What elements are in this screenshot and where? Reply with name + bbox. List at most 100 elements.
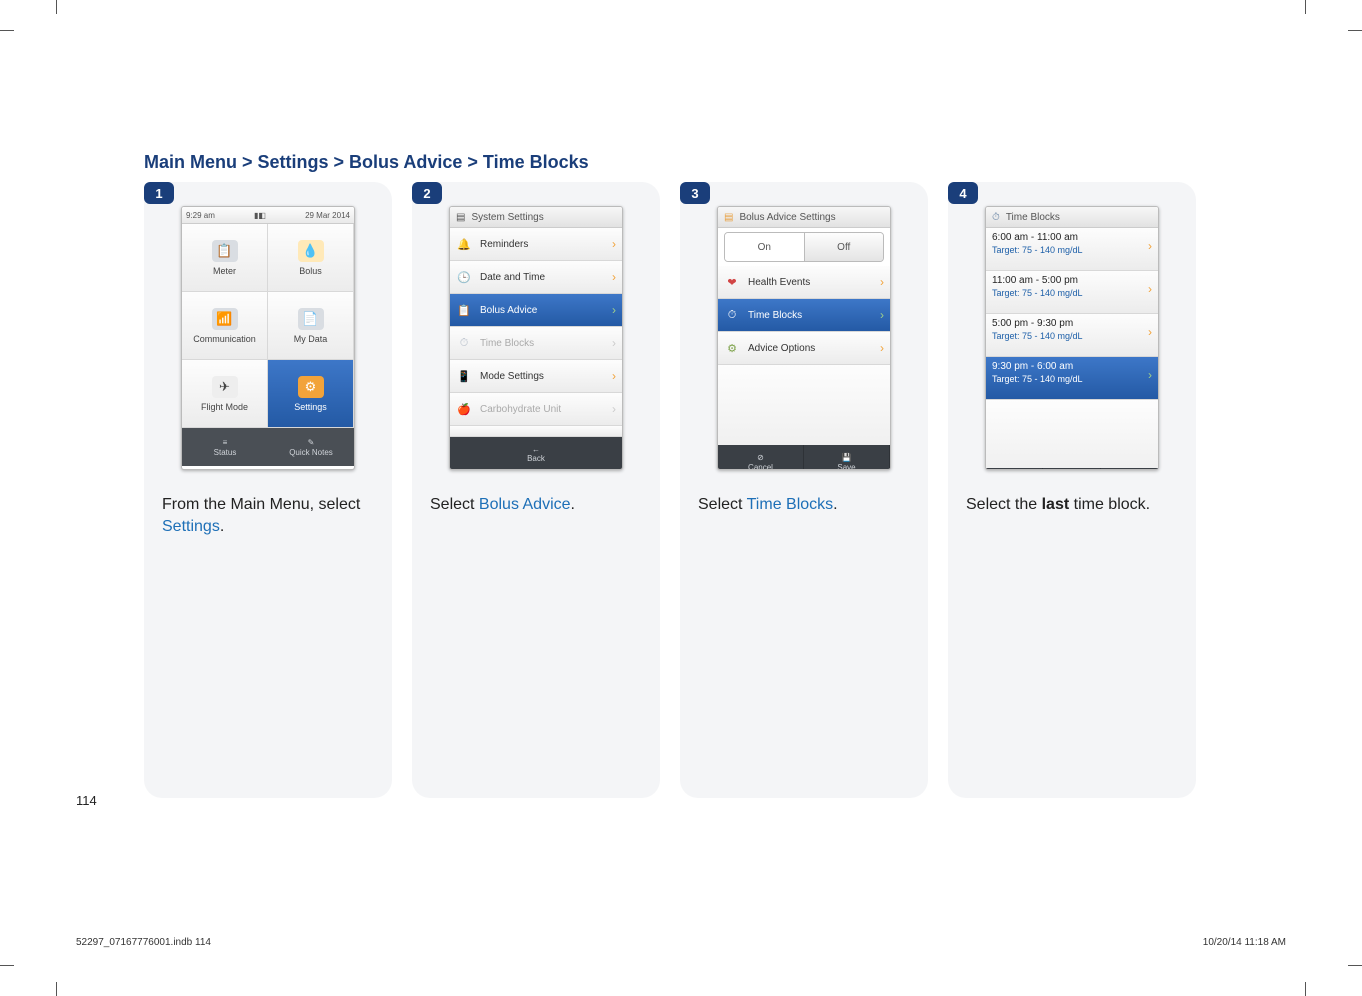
- status-time: 9:29 am: [186, 211, 215, 220]
- footer-quicknotes[interactable]: ✎Quick Notes: [268, 428, 354, 466]
- page-number: 114: [76, 793, 97, 808]
- mydata-icon: 📄: [298, 308, 324, 330]
- tile-meter[interactable]: 📋Meter: [182, 224, 268, 292]
- crop-mark: [56, 982, 57, 996]
- step-cards: 1 9:29 am ▮◧ 29 Mar 2014 📋Meter 💧Bolus 📶…: [144, 182, 1196, 798]
- screen-header: ▤Bolus Advice Settings: [718, 207, 890, 228]
- row-reminders[interactable]: 🔔Reminders›: [450, 228, 622, 261]
- cancel-button[interactable]: ⊘Cancel: [718, 445, 804, 470]
- chevron-right-icon: ›: [1148, 240, 1152, 252]
- chevron-right-icon: ›: [612, 402, 616, 416]
- crop-mark: [1305, 0, 1306, 14]
- print-footer-right: 10/20/14 11:18 AM: [1203, 937, 1286, 948]
- cancel-icon: ⊘: [757, 453, 764, 462]
- phone-screen-3: ▤Bolus Advice Settings On Off ❤Health Ev…: [717, 206, 891, 470]
- crop-mark: [1305, 982, 1306, 996]
- reset-button[interactable]: ▦Reset: [1043, 468, 1100, 470]
- blank-area: [718, 365, 890, 445]
- chevron-right-icon: ›: [1148, 326, 1152, 338]
- row-modesettings[interactable]: 📱Mode Settings›: [450, 360, 622, 393]
- footer-bar: ≡Status ✎Quick Notes: [182, 428, 354, 466]
- segment-off[interactable]: Off: [805, 233, 884, 261]
- note-icon: ✎: [308, 438, 315, 447]
- clock-icon: 🕒: [456, 269, 472, 285]
- crop-mark: [1348, 30, 1362, 31]
- chevron-right-icon: ›: [1148, 369, 1152, 381]
- chevron-right-icon: ›: [612, 270, 616, 284]
- heart-icon: ❤: [724, 274, 740, 290]
- gear-icon: ⚙: [298, 376, 324, 398]
- phone-screen-1: 9:29 am ▮◧ 29 Mar 2014 📋Meter 💧Bolus 📶Co…: [181, 206, 355, 470]
- chevron-right-icon: ›: [612, 237, 616, 251]
- tile-mydata[interactable]: 📄My Data: [268, 292, 354, 360]
- screen-header: ⏱Time Blocks: [986, 207, 1158, 228]
- doc-icon: ▤: [456, 212, 465, 223]
- row-timeblocks: ⏱Time Blocks›: [450, 327, 622, 360]
- footer-bar: ⊘Cancel 💾Save: [718, 445, 890, 470]
- timeblock-icon: ⏱: [456, 335, 472, 351]
- tile-settings[interactable]: ⚙Settings: [268, 360, 354, 428]
- step-badge: 1: [144, 182, 174, 204]
- row-carbunit: 🍎Carbohydrate Unit›: [450, 393, 622, 426]
- step-card-4: 4 ⏱Time Blocks 6:00 am - 11:00 amTarget:…: [948, 182, 1196, 798]
- document-page: Main Menu > Settings > Bolus Advice > Ti…: [0, 0, 1362, 996]
- timeblock-row-4[interactable]: 9:30 pm - 6:00 amTarget: 75 - 140 mg/dL›: [986, 357, 1158, 400]
- step-card-2: 2 ▤System Settings 🔔Reminders› 🕒Date and…: [412, 182, 660, 798]
- row-datetime[interactable]: 🕒Date and Time›: [450, 261, 622, 294]
- crop-mark: [0, 30, 14, 31]
- crop-mark: [0, 965, 14, 966]
- on-off-segment[interactable]: On Off: [724, 232, 884, 262]
- row-timeblocks[interactable]: ⏱Time Blocks›: [718, 299, 890, 332]
- bell-icon: 🔔: [456, 236, 472, 252]
- chevron-right-icon: ›: [612, 303, 616, 317]
- bolus-icon: 💧: [298, 240, 324, 262]
- footer-status[interactable]: ≡Status: [182, 428, 268, 466]
- status-bar: 9:29 am ▮◧ 29 Mar 2014: [182, 207, 354, 224]
- step-badge: 2: [412, 182, 442, 204]
- tile-bolus[interactable]: 💧Bolus: [268, 224, 354, 292]
- timeblock-icon: ⏱: [724, 307, 740, 323]
- advice-icon: ▤: [724, 212, 733, 223]
- row-partial: [450, 426, 622, 437]
- step-caption-4: Select the last time block.: [966, 494, 1178, 516]
- row-adviceoptions[interactable]: ⚙Advice Options›: [718, 332, 890, 365]
- crop-mark: [56, 0, 57, 14]
- chevron-right-icon: ›: [612, 336, 616, 350]
- timeblock-row-1[interactable]: 6:00 am - 11:00 amTarget: 75 - 140 mg/dL…: [986, 228, 1158, 271]
- row-bolusadvice[interactable]: 📋Bolus Advice›: [450, 294, 622, 327]
- done-button[interactable]: ✓Done: [1101, 468, 1158, 470]
- back-button[interactable]: ←Back: [986, 468, 1043, 470]
- back-bar[interactable]: ←Back: [450, 437, 622, 470]
- back-arrow-icon: ←: [532, 445, 540, 454]
- gear-icon: ⚙: [724, 340, 740, 356]
- segment-on[interactable]: On: [725, 233, 805, 261]
- tile-flightmode[interactable]: ✈Flight Mode: [182, 360, 268, 428]
- save-icon: 💾: [842, 453, 852, 462]
- print-footer-left: 52297_07167776001.indb 114: [76, 937, 211, 948]
- timeblock-icon: ⏱: [992, 212, 1000, 223]
- save-button[interactable]: 💾Save: [804, 445, 890, 470]
- phone-screen-2: ▤System Settings 🔔Reminders› 🕒Date and T…: [449, 206, 623, 470]
- battery-icon: ▮◧: [254, 211, 266, 220]
- step-badge: 3: [680, 182, 710, 204]
- chevron-right-icon: ›: [880, 341, 884, 355]
- step-badge: 4: [948, 182, 978, 204]
- list-icon: ≡: [223, 438, 228, 447]
- apple-icon: 🍎: [456, 401, 472, 417]
- plane-icon: ✈: [212, 376, 238, 398]
- step-card-1: 1 9:29 am ▮◧ 29 Mar 2014 📋Meter 💧Bolus 📶…: [144, 182, 392, 798]
- row-healthevents[interactable]: ❤Health Events›: [718, 266, 890, 299]
- chevron-right-icon: ›: [880, 275, 884, 289]
- advice-icon: 📋: [456, 302, 472, 318]
- footer-bar: ←Back ▦Reset ✓Done: [986, 468, 1158, 470]
- timeblock-row-2[interactable]: 11:00 am - 5:00 pmTarget: 75 - 140 mg/dL…: [986, 271, 1158, 314]
- chevron-right-icon: ›: [880, 308, 884, 322]
- step-caption-3: Select Time Blocks.: [698, 494, 910, 516]
- timeblock-row-3[interactable]: 5:00 pm - 9:30 pmTarget: 75 - 140 mg/dL›: [986, 314, 1158, 357]
- step-caption-2: Select Bolus Advice.: [430, 494, 642, 516]
- breadcrumb-title: Main Menu > Settings > Bolus Advice > Ti…: [144, 152, 589, 173]
- blank-area: [986, 400, 1158, 468]
- phone-icon: 📱: [456, 368, 472, 384]
- tile-communication[interactable]: 📶Communication: [182, 292, 268, 360]
- meter-icon: 📋: [212, 240, 238, 262]
